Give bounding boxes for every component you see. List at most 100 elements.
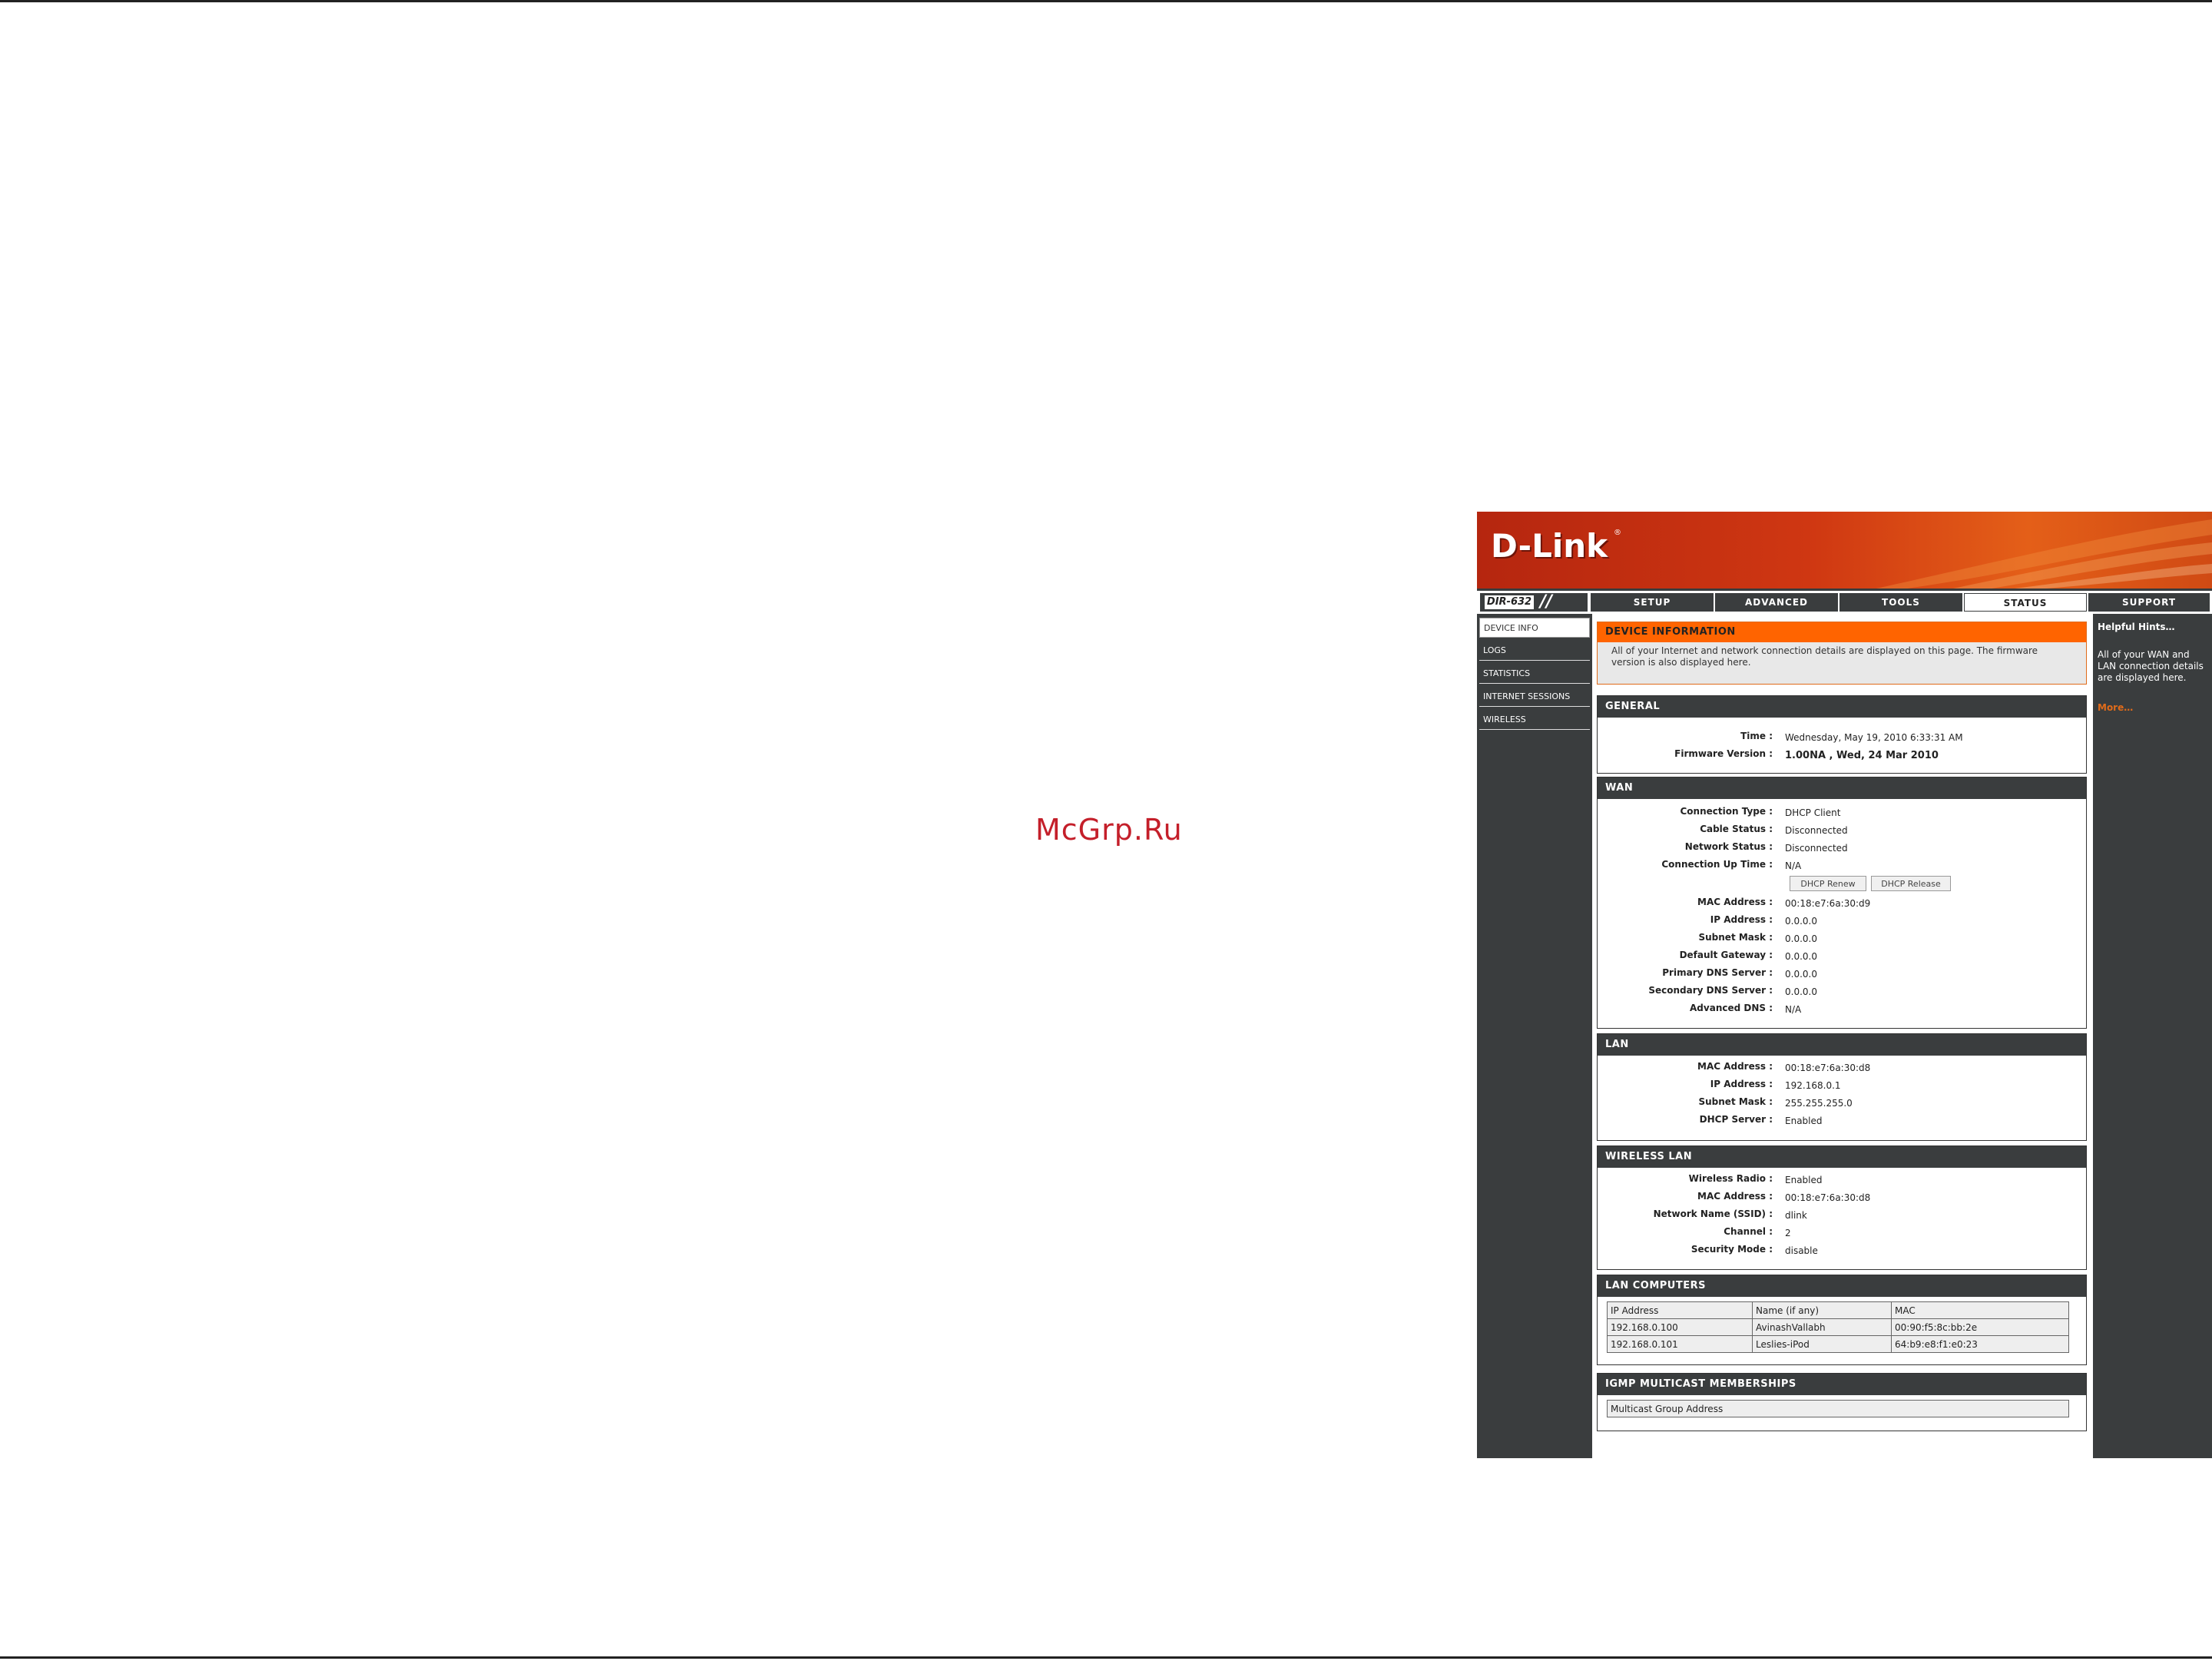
dhcp-renew-button[interactable]: DHCP Renew [1790, 876, 1866, 891]
sidebar-item-statistics[interactable]: STATISTICS [1479, 664, 1590, 684]
top-navigation: DIR-632 // SETUP ADVANCED TOOLS STATUS S… [1477, 591, 2212, 614]
field-label: DHCP Server : [1699, 1114, 1773, 1125]
top-rule [0, 0, 2212, 2]
header-banner: D-Link ® [1477, 512, 2212, 588]
section-title: WAN [1598, 777, 2086, 799]
sidebar-item-internet-sessions[interactable]: INTERNET SESSIONS [1479, 687, 1590, 707]
field-label: Advanced DNS : [1690, 1003, 1773, 1013]
section-title: IGMP MULTICAST MEMBERSHIPS [1598, 1374, 2086, 1395]
section-title: GENERAL [1598, 696, 2086, 718]
router-admin-window: D-Link ® DIR-632 // SETUP ADVANCED TOOLS… [1477, 512, 2212, 1458]
bottom-rule [0, 1656, 2212, 1659]
watermark-text: McGrp.Ru [1035, 813, 1183, 847]
field-label: Connection Up Time : [1661, 859, 1773, 870]
field-label: Subnet Mask : [1698, 932, 1773, 943]
helpful-hints-panel: Helpful Hints… All of your WAN and LAN c… [2094, 614, 2212, 1458]
field-label: Wireless Radio : [1688, 1173, 1773, 1184]
field-value: 0.0.0.0 [1785, 986, 1817, 997]
tab-setup[interactable]: SETUP [1591, 593, 1714, 612]
field-label: IP Address : [1710, 1079, 1773, 1089]
lan-computers-section: LAN COMPUTERS IP Address Name (if any) M… [1597, 1275, 2087, 1365]
field-value: 192.168.0.1 [1785, 1080, 1841, 1091]
field-value: Enabled [1785, 1175, 1823, 1185]
field-label: Subnet Mask : [1698, 1096, 1773, 1107]
tab-tools[interactable]: TOOLS [1839, 593, 1962, 612]
column-header: MAC [1891, 1301, 2069, 1319]
field-label: IP Address : [1710, 914, 1773, 925]
field-value: 255.255.255.0 [1785, 1098, 1853, 1109]
lan-section: LAN MAC Address : 00:18:e7:6a:30:d8 IP Ad… [1597, 1033, 2087, 1141]
model-box: DIR-632 // [1480, 593, 1588, 612]
sidebar: DEVICE INFO LOGS STATISTICS INTERNET SES… [1479, 618, 1590, 733]
table-row: 192.168.0.101 Leslies-iPod 64:b9:e8:f1:e… [1607, 1335, 2069, 1353]
field-label: Firmware Version : [1674, 748, 1773, 759]
field-label: Channel : [1724, 1226, 1773, 1237]
field-value: N/A [1785, 860, 1802, 871]
device-info-title: DEVICE INFORMATION [1598, 622, 2086, 642]
model-label: DIR-632 [1485, 595, 1534, 609]
column-header: IP Address [1607, 1301, 1753, 1319]
field-label: Primary DNS Server : [1662, 967, 1773, 978]
field-value: DHCP Client [1785, 807, 1841, 818]
table-cell: 192.168.0.100 [1607, 1318, 1753, 1336]
table-cell: AvinashVallabh [1752, 1318, 1892, 1336]
field-value: dlink [1785, 1210, 1807, 1221]
hints-title: Helpful Hints… [2098, 622, 2175, 632]
sidebar-item-wireless[interactable]: WIRELESS [1479, 710, 1590, 730]
tab-advanced[interactable]: ADVANCED [1715, 593, 1838, 612]
table-cell: Leslies-iPod [1752, 1335, 1892, 1353]
field-label: Default Gateway : [1679, 950, 1773, 960]
section-title: WIRELESS LAN [1598, 1146, 2086, 1168]
sidebar-item-logs[interactable]: LOGS [1479, 641, 1590, 661]
field-label: MAC Address : [1697, 1191, 1773, 1202]
field-value: Disconnected [1785, 825, 1848, 836]
main-content: DEVICE INFORMATION All of your Internet … [1592, 614, 2093, 1458]
tab-status[interactable]: STATUS [1964, 593, 2087, 612]
column-header: Name (if any) [1752, 1301, 1892, 1319]
table-header-row: IP Address Name (if any) MAC [1607, 1301, 2069, 1319]
field-value: 0.0.0.0 [1785, 951, 1817, 962]
table-cell: 192.168.0.101 [1607, 1335, 1753, 1353]
field-value: 2 [1785, 1228, 1791, 1238]
column-header: Multicast Group Address [1607, 1400, 2069, 1417]
field-label: MAC Address : [1697, 897, 1773, 907]
field-value: 0.0.0.0 [1785, 916, 1817, 927]
device-info-box: DEVICE INFORMATION All of your Internet … [1597, 622, 2087, 685]
table-cell: 00:90:f5:8c:bb:2e [1891, 1318, 2069, 1336]
field-value: Disconnected [1785, 843, 1848, 854]
field-value: 0.0.0.0 [1785, 969, 1817, 980]
wan-section: WAN Connection Type : DHCP Client Cable S… [1597, 777, 2087, 1029]
section-title: LAN COMPUTERS [1598, 1275, 2086, 1297]
field-value: 0.0.0.0 [1785, 933, 1817, 944]
field-label: Network Name (SSID) : [1653, 1208, 1773, 1219]
field-label: Connection Type : [1680, 806, 1773, 817]
table-header-row: Multicast Group Address [1607, 1400, 2069, 1417]
field-label: MAC Address : [1697, 1061, 1773, 1072]
field-label: Cable Status : [1700, 824, 1773, 834]
igmp-table: Multicast Group Address [1607, 1400, 2069, 1417]
registered-mark: ® [1614, 529, 1621, 537]
igmp-section: IGMP MULTICAST MEMBERSHIPS Multicast Gro… [1597, 1373, 2087, 1431]
hints-text: All of your WAN and LAN connection detai… [2098, 649, 2204, 683]
wireless-lan-section: WIRELESS LAN Wireless Radio : Enabled MAC… [1597, 1145, 2087, 1270]
table-row: 192.168.0.100 AvinashVallabh 00:90:f5:8c… [1607, 1318, 2069, 1336]
field-value: N/A [1785, 1004, 1802, 1015]
dhcp-release-button[interactable]: DHCP Release [1871, 876, 1951, 891]
tab-support[interactable]: SUPPORT [2088, 593, 2210, 612]
field-value: 00:18:e7:6a:30:d8 [1785, 1192, 1871, 1203]
section-title: LAN [1598, 1034, 2086, 1056]
dlink-logo[interactable]: D-Link [1491, 527, 1608, 565]
field-value: 00:18:e7:6a:30:d8 [1785, 1063, 1871, 1073]
time-value: Wednesday, May 19, 2010 6:33:31 AM [1785, 732, 1963, 743]
firmware-value: 1.00NA , Wed, 24 Mar 2010 [1785, 750, 1939, 761]
slash-decoration: // [1540, 592, 1553, 612]
general-section: GENERAL Time : Wednesday, May 19, 2010 6:… [1597, 695, 2087, 774]
field-label: Secondary DNS Server : [1648, 985, 1773, 996]
field-label: Network Status : [1684, 841, 1773, 852]
field-label: Security Mode : [1690, 1244, 1773, 1255]
hints-more-link[interactable]: More… [2098, 702, 2133, 713]
sidebar-item-device-info[interactable]: DEVICE INFO [1479, 618, 1590, 638]
field-value: Enabled [1785, 1116, 1823, 1126]
lan-computers-table: IP Address Name (if any) MAC 192.168.0.1… [1607, 1301, 2069, 1353]
device-info-text: All of your Internet and network connect… [1611, 645, 2038, 668]
